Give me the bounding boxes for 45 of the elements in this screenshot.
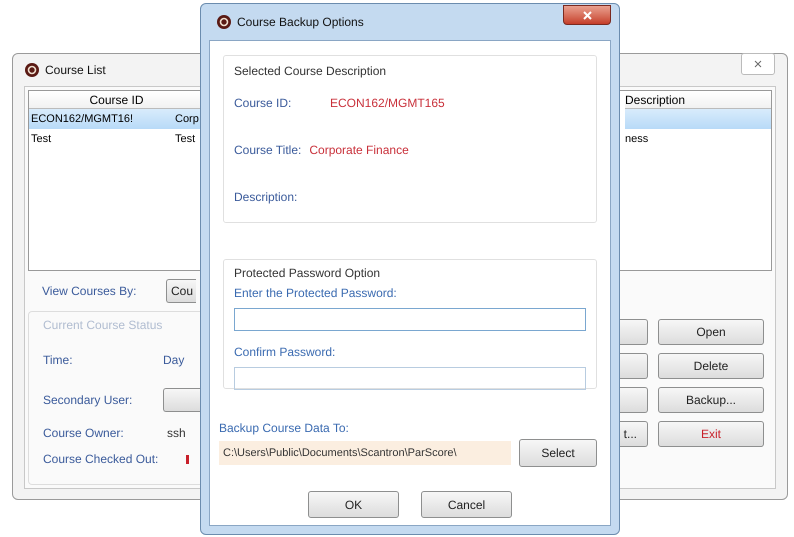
group-title: Protected Password Option	[234, 265, 382, 282]
secondary-user-label: Secondary User:	[43, 392, 134, 409]
secondary-user-button[interactable]	[163, 388, 200, 412]
password-label: Enter the Protected Password:	[234, 285, 398, 302]
field-value: Corporate Finance	[309, 142, 409, 159]
owner-label: Course Owner:	[43, 425, 125, 442]
ok-button[interactable]: OK	[308, 491, 399, 518]
confirm-password-label: Confirm Password:	[234, 344, 336, 361]
app-logo-icon	[217, 15, 231, 29]
checked-out-label: Course Checked Out:	[43, 451, 160, 468]
table-cell-text: Test	[30, 132, 52, 147]
close-icon	[754, 60, 762, 68]
field-label: Course Title:	[234, 142, 302, 159]
field-value: ECON162/MGMT165	[330, 94, 445, 112]
table-cell-text: ECON162/MGMT16!	[30, 112, 134, 127]
action-button[interactable]: Exit	[658, 421, 764, 447]
close-button[interactable]	[741, 53, 775, 75]
view-by-dropdown[interactable]: Cou	[166, 279, 196, 303]
group-title: Current Course Status	[43, 317, 164, 334]
dialog-title: Course Backup Options	[237, 14, 364, 31]
backup-path-field[interactable]: C:\Users\Public\Documents\Scantron\ParScore\	[219, 441, 511, 465]
confirm-password-field[interactable]	[234, 367, 586, 390]
cancel-button[interactable]: Cancel	[421, 491, 512, 518]
close-icon	[582, 10, 592, 20]
action-button[interactable]: Backup...	[658, 387, 764, 413]
table-row[interactable]: ness	[625, 129, 771, 149]
table-cell-text: Corp	[174, 112, 199, 127]
field-label: Course ID:	[234, 94, 292, 112]
view-by-label: View Courses By:	[42, 283, 138, 300]
table-cell: ness	[625, 133, 648, 145]
app-logo-icon	[25, 63, 39, 77]
checked-out-marker	[186, 454, 189, 464]
action-button[interactable]: Open	[658, 319, 764, 345]
window-title: Course List	[45, 62, 106, 79]
time-value: Day	[163, 352, 184, 369]
password-field[interactable]	[234, 308, 586, 331]
field-label: Description:	[234, 189, 298, 206]
table-cell-text: Test	[174, 132, 196, 147]
close-button[interactable]	[563, 5, 611, 25]
backup-label: Backup Course Data To:	[219, 420, 350, 437]
time-label: Time:	[43, 352, 74, 369]
action-button[interactable]: Delete	[658, 353, 764, 379]
select-button[interactable]: Select	[519, 439, 597, 467]
owner-value: ssh	[167, 425, 186, 442]
group-title: Selected Course Description	[234, 63, 388, 80]
